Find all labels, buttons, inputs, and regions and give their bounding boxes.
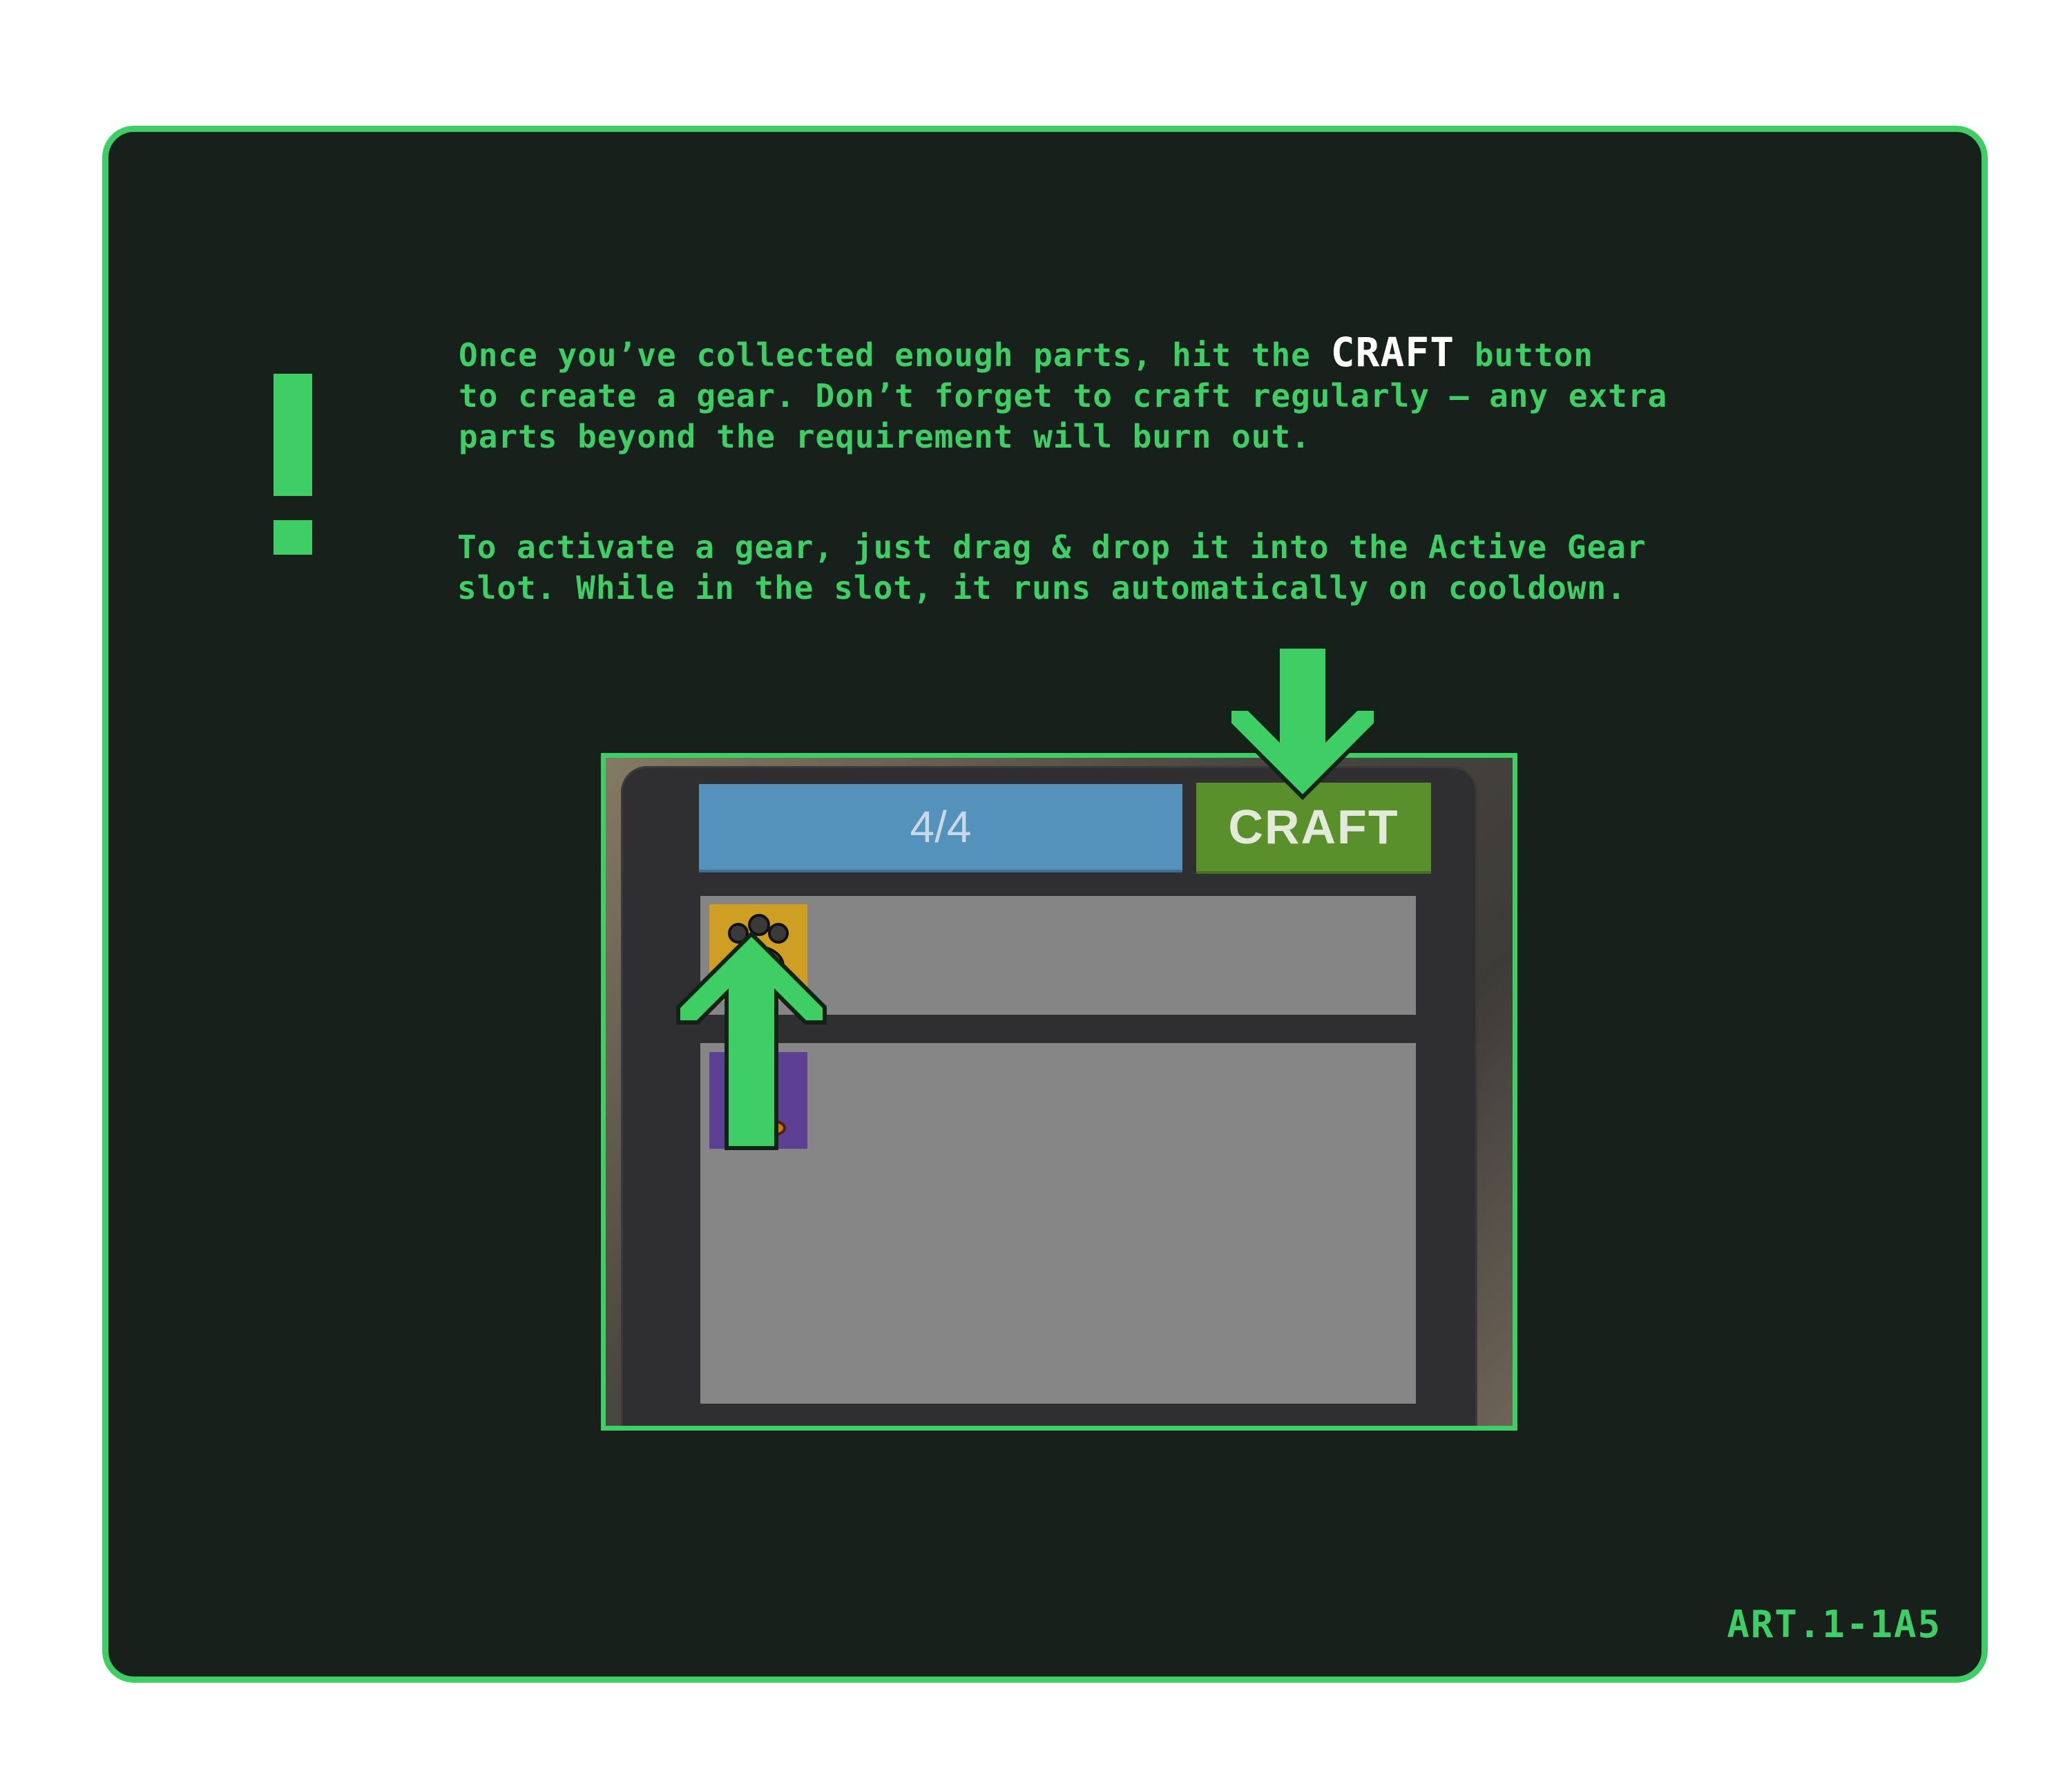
instruction-line-3: parts beyond the requirement will burn o…	[459, 418, 1311, 455]
game-screenshot: 4/4 CRAFT	[601, 753, 1517, 1431]
parts-progress-bar: 4/4	[699, 784, 1182, 872]
article-code: ART.1-1A5	[1727, 1603, 1941, 1646]
arrow-down-icon	[1227, 644, 1378, 801]
arrow-up-icon	[676, 930, 827, 1150]
activate-line-2: slot. While in the slot, it runs automat…	[457, 569, 1627, 607]
craft-instructions: Once you’ve collected enough parts, hit …	[459, 332, 1667, 457]
craft-keyword: CRAFT	[1330, 329, 1455, 376]
instruction-line-1: Once you’ve collected enough parts, hit …	[459, 329, 1594, 376]
activate-instructions: To activate a gear, just drag & drop it …	[457, 527, 1647, 609]
activate-line-1: To activate a gear, just drag & drop it …	[457, 528, 1647, 566]
craft-button-label: CRAFT	[1228, 800, 1399, 854]
instruction-line-2: to create a gear. Don’t forget to craft …	[459, 377, 1668, 414]
parts-progress-label: 4/4	[910, 802, 972, 852]
